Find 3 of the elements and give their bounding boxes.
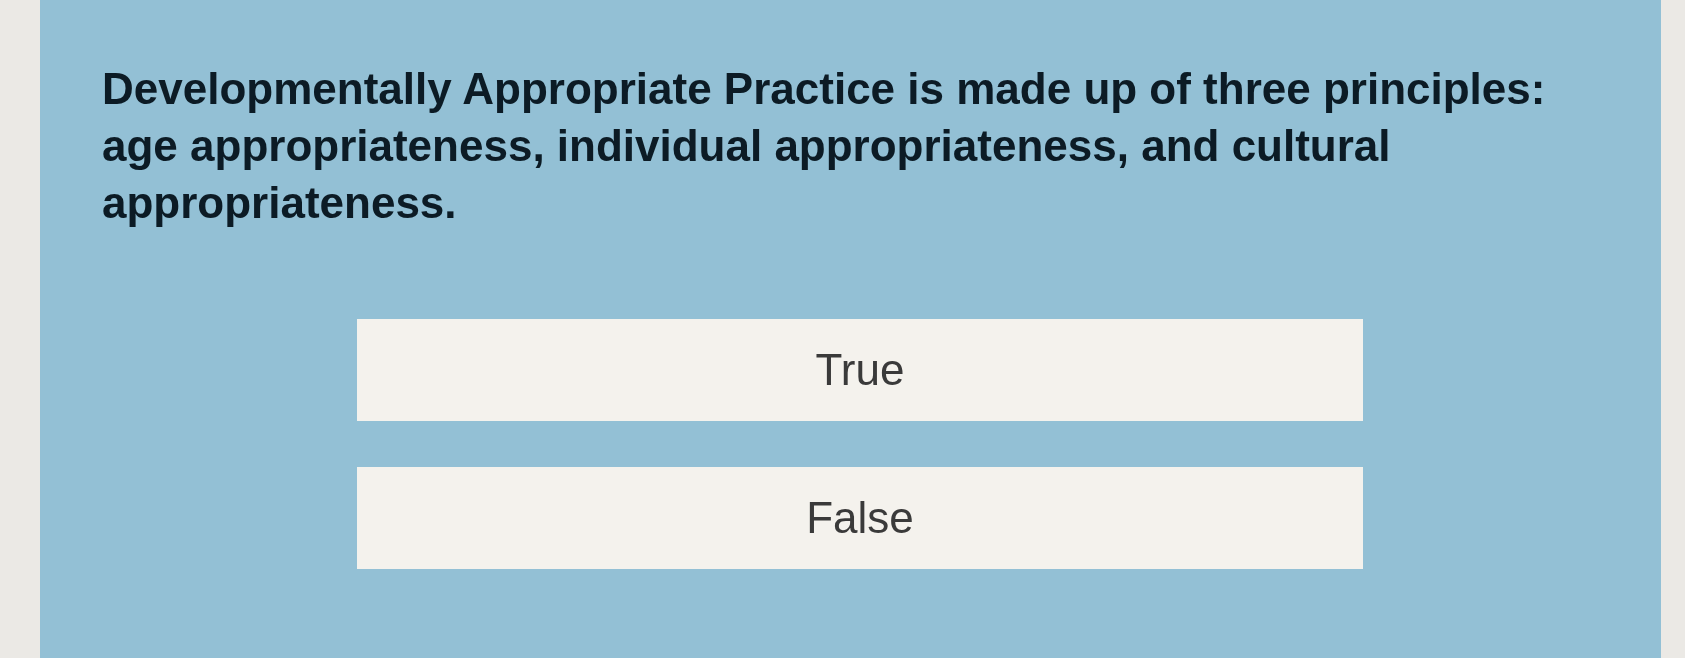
answer-option[interactable]: False (357, 467, 1363, 569)
question-text: Developmentally Appropriate Practice is made up of three principles: age appropriateness, individual appropriateness, and cultural appropriateness. (102, 63, 1547, 229)
answer-option[interactable]: True (357, 319, 1363, 421)
